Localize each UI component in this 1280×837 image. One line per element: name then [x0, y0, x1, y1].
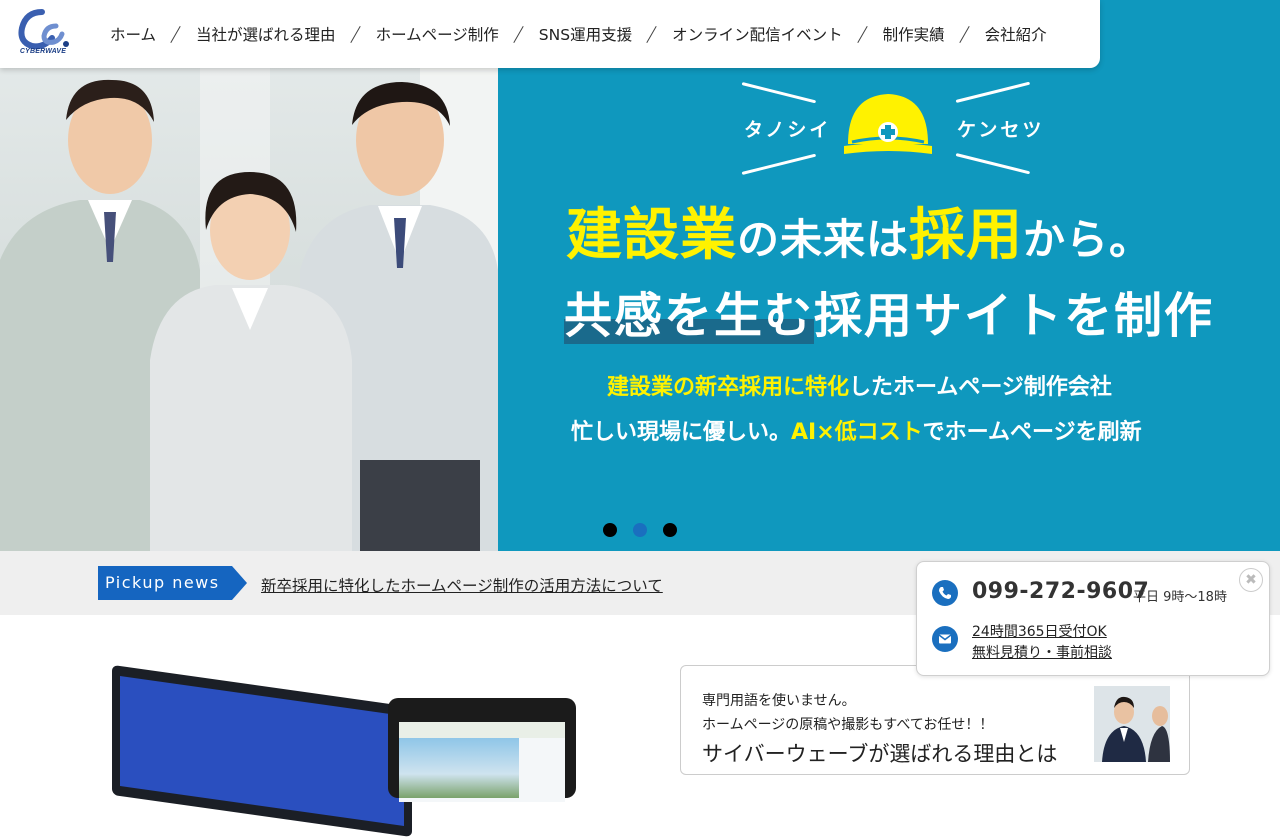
nav-home[interactable]: ホーム: [96, 23, 170, 45]
pickup-tag: Pickup news: [98, 566, 248, 600]
hero-description-1: 建設業の新卒採用に特化したホームページ制作会社: [607, 369, 1112, 401]
contact-widget: ✖ 099-272-9607 平日 9時〜18時 24時間365日受付OK 無料…: [916, 561, 1270, 676]
tagline-right: ケンセツ: [957, 119, 1045, 141]
tablet-mockup: [388, 698, 576, 802]
nav-separator: [646, 24, 658, 44]
nav-web-production[interactable]: ホームページ制作: [362, 23, 513, 45]
slider-dot-2[interactable]: [633, 523, 647, 537]
hero-slider: タノシイ ケンセツ 建設業の未来は採用から。 共感を生む採用サイトを制作 建設業…: [0, 0, 1280, 551]
nav-separator: [350, 24, 362, 44]
phone-number[interactable]: 099-272-9607: [972, 579, 1149, 604]
hero-description-2: 忙しい現場に優しい。AI×低コストでホームページを刷新: [571, 414, 1142, 446]
reason-line-2: ホームページの原稿や撮影もすべてお任せ！！: [702, 717, 994, 733]
reason-title: サイバーウェーブが選ばれる理由とは: [702, 742, 1058, 766]
free-estimate-link[interactable]: 無料見積り・事前相談: [972, 642, 1112, 662]
nav-sns-support[interactable]: SNS運用支援: [525, 23, 646, 45]
subheadline-highlight: 共感を生む: [564, 288, 815, 344]
reason-line-1: 専門用語を使いません。: [702, 693, 856, 709]
description-highlight: 建設業の新卒採用に特化: [607, 375, 850, 400]
slider-dots: [603, 523, 677, 537]
main-nav: ホーム 当社が選ばれる理由 ホームページ制作 SNS運用支援 オンライン配信イベ…: [96, 0, 1061, 68]
pickup-tag-label: Pickup news: [105, 573, 220, 592]
description-text: でホームページを刷新: [922, 420, 1142, 445]
nav-separator: [170, 24, 182, 44]
headline-highlight: 採用: [909, 203, 1024, 268]
nav-reasons[interactable]: 当社が選ばれる理由: [182, 23, 350, 45]
nav-separator: [857, 24, 869, 44]
contact-24h-link[interactable]: 24時間365日受付OK: [972, 621, 1107, 641]
reason-card[interactable]: 専門用語を使いません。 ホームページの原稿や撮影もすべてお任せ！！ サイバーウェ…: [680, 665, 1190, 775]
tagline-left: タノシイ: [744, 119, 832, 141]
hard-hat-icon: [844, 94, 932, 154]
business-meeting-photo: [1094, 686, 1170, 762]
nav-online-events[interactable]: オンライン配信イベント: [658, 23, 857, 45]
headline-highlight: 建設業: [566, 203, 737, 268]
description-text: したホームページ制作会社: [849, 375, 1112, 400]
close-icon[interactable]: ✖: [1239, 568, 1263, 592]
site-logo[interactable]: CYBERWAVE: [14, 8, 72, 60]
slider-dot-1[interactable]: [603, 523, 617, 537]
subheadline-text: 採用サイトを制作: [814, 288, 1215, 344]
hero-headline: 建設業の未来は採用から。: [566, 190, 1152, 271]
logo-mark-icon: [18, 9, 69, 50]
hero-subheadline: 共感を生む採用サイトを制作: [564, 276, 1214, 346]
device-mockup-image: [100, 664, 600, 837]
slider-dot-3[interactable]: [663, 523, 677, 537]
mail-icon: [932, 626, 958, 652]
description-text: 忙しい現場に優しい。: [571, 420, 792, 445]
hero-staff-photo: [0, 0, 498, 551]
nav-separator: [959, 24, 971, 44]
site-header: CYBERWAVE ホーム 当社が選ばれる理由 ホームページ制作 SNS運用支援…: [0, 0, 1100, 68]
nav-works[interactable]: 制作実績: [869, 23, 959, 45]
nav-company[interactable]: 会社紹介: [971, 23, 1061, 45]
business-hours: 平日 9時〜18時: [1133, 590, 1227, 605]
nav-separator: [513, 24, 525, 44]
headline-text: の未来は: [737, 215, 910, 264]
phone-icon: [932, 580, 958, 606]
description-highlight: AI×低コスト: [791, 420, 923, 445]
pickup-news-link[interactable]: 新卒採用に特化したホームページ制作の活用方法について: [261, 574, 663, 596]
logo-text: CYBERWAVE: [19, 48, 67, 55]
monitor-mockup: [112, 664, 412, 837]
headline-text: から。: [1023, 215, 1153, 264]
